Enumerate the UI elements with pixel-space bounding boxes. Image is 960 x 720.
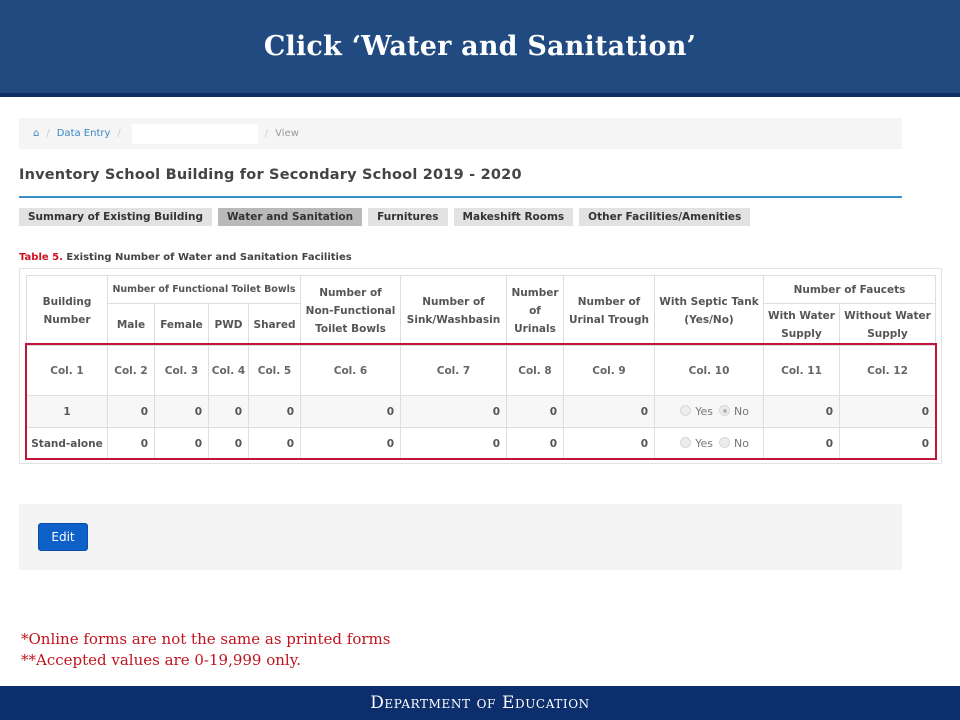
table-row: 1 0 0 0 0 0 0 0 0 Yes No 0 0 — [26, 395, 936, 428]
pwd-cell: 0 — [208, 395, 249, 428]
sink-cell: 0 — [400, 427, 507, 460]
breadcrumb-data-entry[interactable]: Data Entry — [57, 128, 111, 139]
col-number: Col. 1 — [26, 345, 108, 396]
water-sanitation-table: Building Number Number of Functional Toi… — [26, 275, 936, 460]
breadcrumb-separator: / — [264, 128, 269, 139]
with-water-cell: 0 — [763, 395, 840, 428]
notes: *Online forms are not the same as printe… — [21, 629, 390, 671]
septic-yes-label: Yes — [695, 436, 714, 450]
sink-cell: 0 — [400, 395, 507, 428]
tab-summary-of-existing-building[interactable]: Summary of Existing Building — [19, 208, 212, 226]
urinals-cell: 0 — [506, 427, 564, 460]
col-number: Col. 11 — [763, 345, 840, 396]
header-urinals: Number of Urinals — [506, 275, 564, 346]
table-container: Building Number Number of Functional Toi… — [19, 268, 942, 464]
footer-department-name: Department of Education — [370, 693, 590, 713]
header-non-functional-toilet-bowls: Number of Non-Functional Toilet Bowls — [300, 275, 401, 346]
female-cell: 0 — [154, 427, 209, 460]
urinals-cell: 0 — [506, 395, 564, 428]
col-number: Col. 9 — [563, 345, 655, 396]
building-number-cell: Stand-alone — [26, 427, 108, 460]
col-number: Col. 12 — [839, 345, 936, 396]
table-number: Table 5. — [19, 252, 63, 263]
footer-banner: Department of Education — [0, 686, 960, 720]
col-number: Col. 10 — [654, 345, 764, 396]
col-number: Col. 6 — [300, 345, 401, 396]
pwd-cell: 0 — [208, 427, 249, 460]
septic-tank-cell: Yes No — [654, 395, 764, 428]
col-number: Col. 3 — [154, 345, 209, 396]
breadcrumb-separator: / — [46, 128, 50, 139]
tab-other-facilities[interactable]: Other Facilities/Amenities — [579, 208, 751, 226]
col-number: Col. 5 — [248, 345, 301, 396]
column-number-row: Col. 1 Col. 2 Col. 3 Col. 4 Col. 5 Col. … — [26, 345, 936, 396]
breadcrumb-school-name-redacted[interactable] — [131, 123, 258, 144]
header-faucets: Number of Faucets — [763, 275, 936, 304]
septic-no-label: No — [734, 404, 749, 418]
col-number: Col. 2 — [107, 345, 155, 396]
title-divider — [19, 196, 902, 198]
septic-no-radio[interactable] — [719, 404, 731, 416]
instruction-banner: Click ‘Water and Sanitation’ — [0, 0, 960, 97]
note-accepted-values: **Accepted values are 0-19,999 only. — [21, 651, 301, 669]
breadcrumb-current-view: View — [275, 128, 299, 139]
septic-yes-radio[interactable] — [680, 436, 692, 448]
building-number-cell: 1 — [26, 395, 108, 428]
header-urinal-trough: Number of Urinal Trough — [563, 275, 655, 346]
col-number: Col. 4 — [208, 345, 249, 396]
tab-makeshift-rooms[interactable]: Makeshift Rooms — [453, 208, 574, 226]
col-number: Col. 7 — [400, 345, 507, 396]
section-tabs: Summary of Existing Building Water and S… — [19, 208, 751, 226]
septic-no-label: No — [734, 436, 749, 450]
non-functional-cell: 0 — [300, 395, 401, 428]
header-sink-washbasin: Number of Sink/Washbasin — [400, 275, 507, 346]
note-online-forms: *Online forms are not the same as printe… — [21, 630, 391, 648]
urinal-trough-cell: 0 — [563, 395, 655, 428]
header-building-number: Building Number — [26, 275, 108, 346]
tab-furnitures[interactable]: Furnitures — [368, 208, 448, 226]
without-water-cell: 0 — [839, 427, 936, 460]
tab-water-and-sanitation[interactable]: Water and Sanitation — [217, 208, 363, 226]
septic-yes-label: Yes — [695, 404, 714, 418]
septic-no-radio[interactable] — [719, 436, 731, 448]
page-title: Inventory School Building for Secondary … — [19, 167, 522, 183]
septic-tank-cell: Yes No — [654, 427, 764, 460]
male-cell: 0 — [107, 395, 155, 428]
header-with-water-supply: With Water Supply — [763, 303, 840, 346]
breadcrumb: ⌂ / Data Entry / / View — [19, 118, 902, 149]
form-actions-bar: Edit — [19, 504, 902, 570]
shared-cell: 0 — [248, 395, 301, 428]
septic-yes-radio[interactable] — [680, 404, 692, 416]
header-shared: Shared — [248, 303, 301, 346]
non-functional-cell: 0 — [300, 427, 401, 460]
col-number: Col. 8 — [506, 345, 564, 396]
table-caption: Table 5. Existing Number of Water and Sa… — [19, 252, 352, 263]
table-row: Stand-alone 0 0 0 0 0 0 0 0 Yes No 0 0 — [26, 427, 936, 460]
instruction-title: Click ‘Water and Sanitation’ — [263, 31, 697, 62]
edit-button[interactable]: Edit — [38, 523, 88, 551]
with-water-cell: 0 — [763, 427, 840, 460]
male-cell: 0 — [107, 427, 155, 460]
header-female: Female — [154, 303, 209, 346]
header-functional-toilet-bowls: Number of Functional Toilet Bowls — [107, 275, 301, 304]
header-pwd: PWD — [208, 303, 249, 346]
breadcrumb-separator: / — [117, 128, 121, 139]
header-male: Male — [107, 303, 155, 346]
female-cell: 0 — [154, 395, 209, 428]
header-without-water-supply: Without Water Supply — [839, 303, 936, 346]
without-water-cell: 0 — [839, 395, 936, 428]
shared-cell: 0 — [248, 427, 301, 460]
urinal-trough-cell: 0 — [563, 427, 655, 460]
home-icon[interactable]: ⌂ — [33, 128, 39, 139]
header-septic-tank: With Septic Tank (Yes/No) — [654, 275, 764, 346]
table-title: Existing Number of Water and Sanitation … — [66, 252, 352, 263]
